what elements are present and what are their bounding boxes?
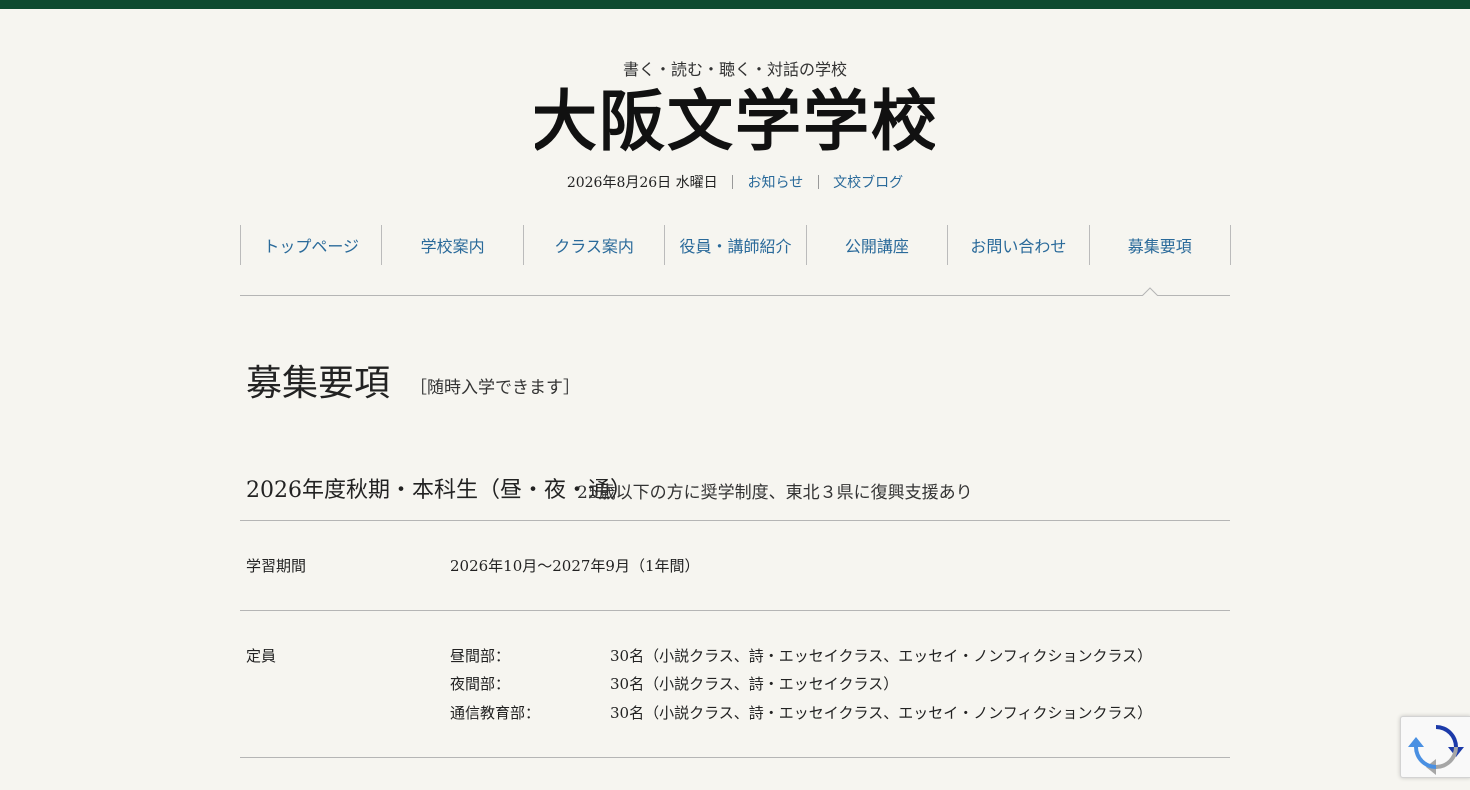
date-separator xyxy=(732,175,734,189)
section-title: 2026年度秋期・本科生（昼・夜・通） xyxy=(246,478,632,503)
page-subtitle: ［随時入学できます］ xyxy=(410,378,580,398)
school-logo[interactable]: 大阪文学学校 xyxy=(535,84,935,156)
page-title: 募集要項 xyxy=(246,363,391,404)
section-divider xyxy=(240,520,1230,521)
news-link[interactable]: お知らせ xyxy=(748,175,804,191)
main-nav: トップページ 学校案内 クラス案内 役員・講師紹介 公開講座 お問い合わせ 募集… xyxy=(240,225,1231,265)
nav-item-staff[interactable]: 役員・講師紹介 xyxy=(665,225,807,265)
capacity-correspondence-value: 30名（小説クラス、詩・エッセイクラス、エッセイ・ノンフィクションクラス） xyxy=(610,704,1153,722)
logo-text: 大阪文学学校 xyxy=(535,84,935,156)
capacity-label: 定員 xyxy=(246,647,277,665)
capacity-night-label: 夜間部： xyxy=(450,675,511,693)
nav-item-lectures[interactable]: 公開講座 xyxy=(807,225,949,265)
link-separator xyxy=(817,175,819,189)
row-divider xyxy=(240,610,1230,611)
top-accent-bar xyxy=(0,0,1470,9)
nav-item-classes[interactable]: クラス案内 xyxy=(524,225,666,265)
date-bar: 2026年8月26日 水曜日 お知らせ 文校ブログ xyxy=(0,172,1470,192)
section-note: 25歳以下の方に奨学制度、東北３県に復興支援あり xyxy=(577,483,973,503)
capacity-night-value: 30名（小説クラス、詩・エッセイクラス） xyxy=(610,675,899,693)
capacity-day-label: 昼間部： xyxy=(450,647,511,665)
current-date: 2026年8月26日 水曜日 xyxy=(566,175,718,191)
active-nav-caret-icon xyxy=(1142,287,1158,296)
nav-item-about[interactable]: 学校案内 xyxy=(382,225,524,265)
nav-item-contact[interactable]: お問い合わせ xyxy=(948,225,1090,265)
school-tagline: 書く・読む・聴く・対話の学校 xyxy=(622,60,847,79)
capacity-day-value: 30名（小説クラス、詩・エッセイクラス、エッセイ・ノンフィクションクラス） xyxy=(610,647,1153,665)
nav-divider xyxy=(240,295,1230,296)
nav-item-top[interactable]: トップページ xyxy=(241,225,383,265)
nav-item-admissions[interactable]: 募集要項 xyxy=(1090,225,1231,265)
recaptcha-icon xyxy=(1408,725,1464,775)
recaptcha-badge[interactable] xyxy=(1400,716,1470,778)
period-label: 学習期間 xyxy=(246,557,307,575)
capacity-correspondence-label: 通信教育部： xyxy=(450,704,541,722)
period-value: 2026年10月～2027年9月（1年間） xyxy=(450,557,700,575)
row-divider xyxy=(240,757,1230,758)
blog-link[interactable]: 文校ブログ xyxy=(833,175,903,191)
